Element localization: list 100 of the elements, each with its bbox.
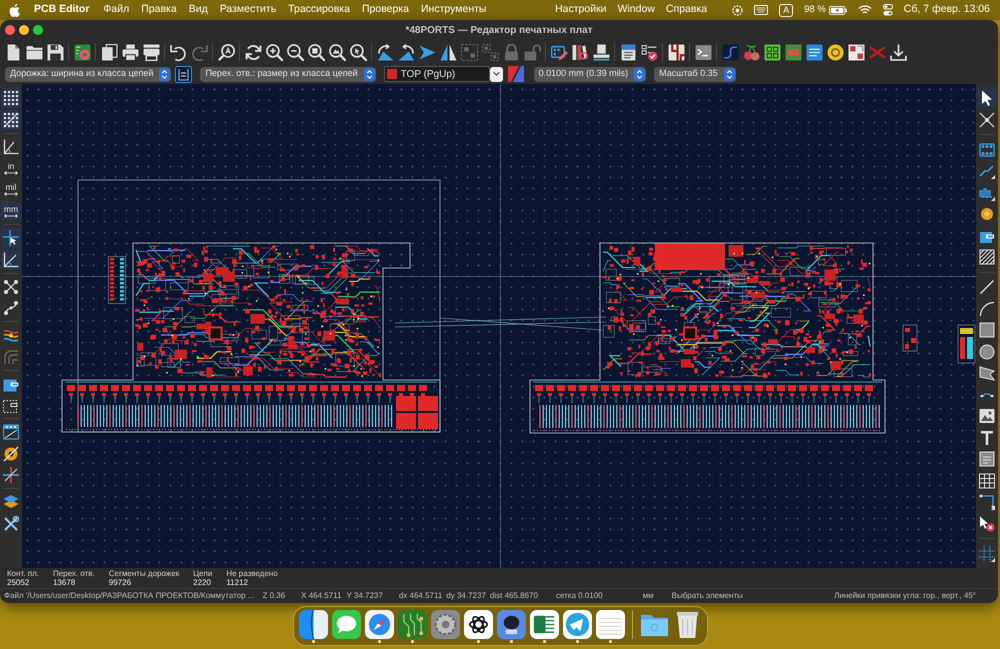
highlight-net-icon[interactable] xyxy=(3,327,19,343)
four-squares-icon[interactable] xyxy=(764,44,780,60)
battery-icon[interactable] xyxy=(828,6,847,14)
units-button[interactable]: in xyxy=(1,158,21,178)
split-tile-icon[interactable] xyxy=(298,610,328,639)
zoom-select[interactable]: Масштаб 0.35 xyxy=(654,66,736,82)
circuit-board-icon[interactable] xyxy=(398,610,426,639)
polar-coordinates-icon[interactable] xyxy=(3,138,19,154)
layer-pair-icon[interactable] xyxy=(508,66,524,82)
plotter-icon[interactable] xyxy=(142,44,160,60)
new-file-icon[interactable] xyxy=(4,44,22,60)
layers-icon[interactable] xyxy=(3,494,19,510)
layer-select[interactable]: TOP (PgUp) xyxy=(384,66,490,82)
footprint-icon[interactable] xyxy=(979,142,995,158)
zoom-fit-icon[interactable] xyxy=(308,44,324,60)
folder-icon[interactable] xyxy=(26,44,42,60)
rotate-left-icon[interactable] xyxy=(376,44,394,60)
menu-item[interactable]: Проверка xyxy=(362,2,409,18)
window-slash-icon[interactable] xyxy=(3,424,19,440)
route-track-icon[interactable] xyxy=(979,163,995,179)
speech-bubble-icon[interactable] xyxy=(332,610,360,639)
delete-pointer-icon[interactable] xyxy=(979,516,995,532)
close-icon[interactable] xyxy=(5,25,15,35)
pcb-canvas[interactable] xyxy=(22,84,976,568)
books-icon[interactable] xyxy=(572,44,588,60)
input-source-button[interactable]: A xyxy=(779,4,794,16)
menu-item[interactable]: Правка xyxy=(141,2,177,18)
rectangle-icon[interactable] xyxy=(979,322,995,338)
leader-icon[interactable] xyxy=(979,494,995,510)
console-icon[interactable] xyxy=(694,44,712,60)
notepad-icon[interactable] xyxy=(596,610,624,639)
circle-icon[interactable] xyxy=(979,344,995,360)
via-icon[interactable] xyxy=(979,206,995,222)
menu-item[interactable]: Window xyxy=(618,2,655,18)
table-icon[interactable] xyxy=(979,472,995,488)
compass-icon[interactable] xyxy=(364,610,394,639)
zoom-selection-icon[interactable] xyxy=(350,44,366,60)
units-button[interactable]: mm xyxy=(1,201,21,221)
angle-icon[interactable] xyxy=(1,250,21,270)
textbox-icon[interactable] xyxy=(979,451,995,467)
checklist-icon[interactable] xyxy=(640,44,658,60)
units-button[interactable]: mil xyxy=(1,180,21,200)
cherry-icon[interactable] xyxy=(742,44,760,60)
menu-clock[interactable]: Сб, 7 февр. 13:06 xyxy=(904,2,990,18)
document-icon[interactable] xyxy=(620,44,636,60)
grid-origin-icon[interactable] xyxy=(979,546,995,562)
zoom-in-icon[interactable] xyxy=(266,44,282,60)
app-menu[interactable]: PCB Editor xyxy=(34,2,90,18)
undo-icon[interactable] xyxy=(170,44,186,60)
cursor-crosshair-icon[interactable] xyxy=(1,228,21,248)
menu-item[interactable]: Справка xyxy=(666,2,708,18)
menu-item[interactable]: Инструменты xyxy=(421,2,486,18)
grid-icon[interactable] xyxy=(1,88,21,108)
menu-item[interactable]: Файл xyxy=(103,2,130,18)
wifi-icon[interactable] xyxy=(858,5,872,15)
hatched-area-icon[interactable] xyxy=(979,249,995,265)
download-icon[interactable] xyxy=(890,44,906,60)
zoom-out-icon[interactable] xyxy=(286,44,304,60)
list-tile-icon[interactable] xyxy=(806,44,822,60)
track-width-icon[interactable] xyxy=(175,66,192,82)
image-icon[interactable] xyxy=(979,408,995,424)
footprint-pencil-icon[interactable] xyxy=(550,44,568,60)
menu-item[interactable]: Трассировка xyxy=(288,2,350,18)
stamp-icon[interactable] xyxy=(592,44,610,60)
zoom-objects-icon[interactable] xyxy=(328,44,346,60)
dome-icon[interactable] xyxy=(496,610,526,639)
refresh-icon[interactable] xyxy=(244,44,262,60)
step-line-icon[interactable] xyxy=(722,44,738,60)
maximize-icon[interactable] xyxy=(33,25,43,35)
grid-override-icon[interactable] xyxy=(1,110,21,130)
spreadsheet-icon[interactable] xyxy=(530,610,558,639)
ratsnest-icon[interactable] xyxy=(3,278,19,294)
apple-icon[interactable] xyxy=(9,4,20,16)
pages-icon[interactable] xyxy=(100,44,118,60)
cross-lines-icon[interactable] xyxy=(3,467,19,483)
save-icon[interactable] xyxy=(46,44,64,60)
squares-tile-icon[interactable] xyxy=(848,44,864,60)
polygon-icon[interactable] xyxy=(979,365,995,381)
block-tile-icon[interactable] xyxy=(784,44,802,60)
pointer-icon[interactable] xyxy=(977,88,997,108)
via-size-select[interactable]: Перех. отв.: размер из класса цепей xyxy=(200,66,376,82)
atom-icon[interactable] xyxy=(464,610,492,639)
dropdown-button[interactable] xyxy=(490,66,503,82)
minimize-icon[interactable] xyxy=(19,25,29,35)
ring-icon[interactable] xyxy=(826,44,844,60)
flip-icon[interactable] xyxy=(418,44,436,60)
trace-tile-icon[interactable] xyxy=(668,44,684,60)
track-outline-icon[interactable] xyxy=(3,348,19,364)
mirror-icon[interactable] xyxy=(440,44,456,60)
gear-icon[interactable] xyxy=(732,4,744,16)
grid-select[interactable]: 0.0100 mm (0.39 mils) xyxy=(534,66,646,82)
arc-icon[interactable] xyxy=(979,300,995,316)
board-ring-icon[interactable] xyxy=(74,44,90,60)
printer-icon[interactable] xyxy=(122,44,138,60)
line-icon[interactable] xyxy=(979,279,995,295)
menu-item[interactable]: Разместить xyxy=(220,2,276,18)
control-center-icon[interactable] xyxy=(882,4,893,16)
curved-ratsnest-icon[interactable] xyxy=(3,300,19,316)
rotate-right-icon[interactable] xyxy=(398,44,414,60)
pad-slash-icon[interactable] xyxy=(3,446,19,462)
